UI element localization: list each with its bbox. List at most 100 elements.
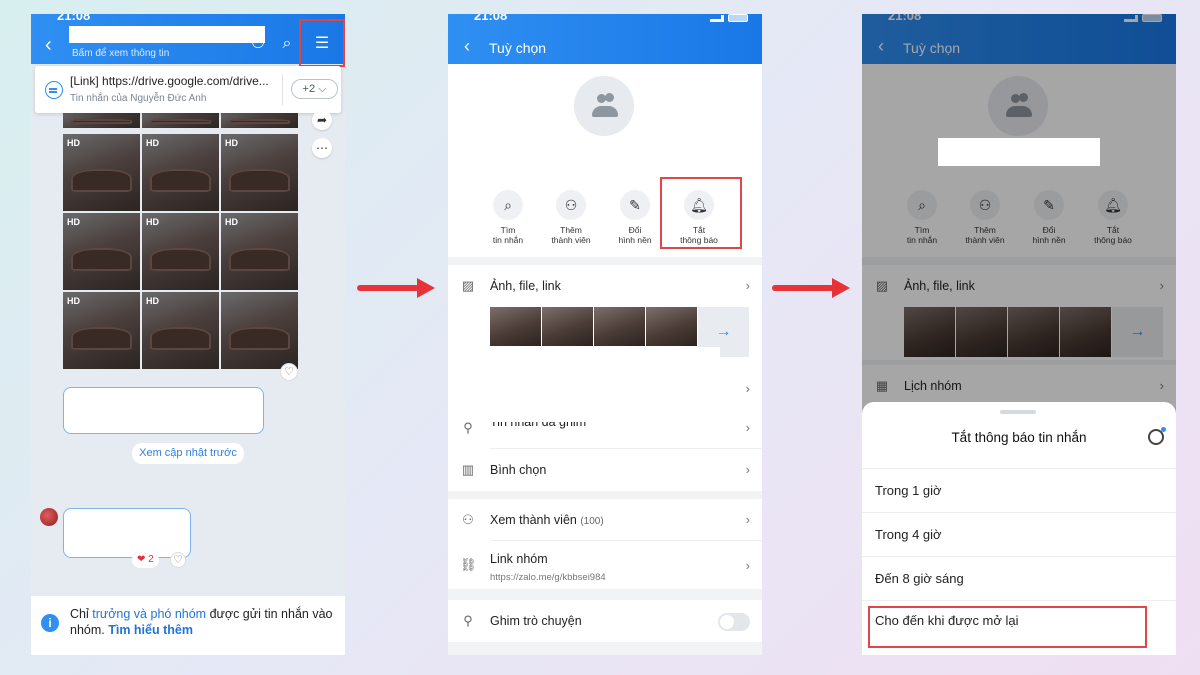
back-icon[interactable]: ‹ [45,34,52,57]
pinned-message[interactable]: [Link] https://drive.google.com/drive...… [35,66,341,113]
pin-chat-toggle[interactable] [718,613,750,631]
pinned-count-button[interactable]: +2 ⌵ [291,79,338,99]
hd-badge: HD [67,217,80,227]
add-member-icon[interactable]: ⚇ [248,34,268,54]
arrow-icon [357,278,435,298]
photo[interactable]: HD [221,134,298,211]
share-icon[interactable]: ➦ [312,110,332,130]
photo[interactable] [221,112,298,128]
photo[interactable] [142,112,219,128]
more-icon[interactable]: ⋯ [312,138,332,158]
chevron-right-icon: › [745,558,750,573]
row-poll[interactable]: ▥ Bình chọn › [448,449,762,491]
media-section: ▨ Ảnh, file, link › → › [448,265,762,407]
photo[interactable]: HD [63,134,140,211]
row-pin-chat[interactable]: ⚲ Ghim trò chuyện [448,600,762,642]
hd-badge: HD [225,138,238,148]
pinned-title: [Link] https://drive.google.com/drive... [70,74,269,88]
status-time: 21:08 [57,14,91,23]
info-prefix: Chỉ [70,607,93,621]
menu-highlight [299,19,345,67]
status-bar: 21:08 [448,14,762,30]
page-title: Tuỳ chọn [489,40,547,56]
earlier-updates-button[interactable]: Xem cập nhật trước [132,443,244,464]
media-thumb[interactable] [490,307,541,346]
chevron-right-icon: › [745,420,750,435]
redaction-block [448,347,720,407]
media-thumb[interactable] [542,307,593,346]
group-name-redacted[interactable] [69,26,265,43]
hd-badge: HD [67,138,80,148]
row-label: Link nhóm [490,552,548,566]
header-subtitle[interactable]: Bấm để xem thông tin [72,48,169,59]
arrow-icon [772,278,850,298]
quick-action-add-member[interactable]: ⚇ Thêm thành viên [536,190,606,245]
options-screen: 21:08 ‹ Tuỳ chọn ⌕ Tìm tin nhắn ⚇ Thêm thà… [448,14,762,655]
quick-action-label: Thêm thành viên [551,225,591,245]
link-icon: ⛓ [460,557,477,572]
add-member-icon: ⚇ [556,190,586,220]
group-avatar-icon[interactable] [574,76,634,136]
photo[interactable] [63,112,140,128]
pinned-subtitle: Tin nhắn của Nguyễn Đức Anh [70,93,207,104]
brush-icon: ✎ [620,190,650,220]
chevron-right-icon: › [745,278,750,293]
info-roles: trưởng và phó nhóm [92,607,207,621]
learn-more-link[interactable]: Tìm hiểu thêm [108,623,193,637]
photo[interactable]: HD [221,213,298,290]
divider [282,74,283,105]
photo[interactable]: HD [142,213,219,290]
photo[interactable]: HD [63,213,140,290]
row-label: Ảnh, file, link [490,279,561,293]
reaction-badge[interactable]: ❤ 2 [132,552,159,568]
photo[interactable]: HD [63,292,140,369]
photo[interactable] [221,292,298,369]
sheet-title: Tắt thông báo tin nhắn [951,430,1087,445]
heart-icon[interactable]: ♡ [170,552,186,568]
media-thumb[interactable] [646,307,697,346]
heart-icon[interactable]: ♡ [280,363,298,381]
image-icon: ▨ [461,278,475,293]
poll-icon: ▥ [461,462,475,477]
quick-action-label: Tìm tin nhắn [492,225,524,245]
group-link-url: https://zalo.me/g/kbbsei984 [490,572,606,583]
group-profile-card: ⌕ Tìm tin nhắn ⚇ Thêm thành viên ✎ Đổi hình… [448,64,762,257]
status-time: 21:08 [474,14,508,23]
drag-handle[interactable] [1000,410,1036,414]
media-thumb[interactable] [594,307,645,346]
row-members[interactable]: ⚇ Xem thành viên (100) › [448,499,762,541]
option-until-8am[interactable]: Đến 8 giờ sáng [862,556,1176,600]
pin-icon: ⚲ [463,420,473,435]
photo[interactable]: HD [142,292,219,369]
members-count: (100) [580,516,604,527]
option-label: Đến 8 giờ sáng [875,571,964,586]
option-4-hours[interactable]: Trong 4 giờ [862,512,1176,556]
option-1-hour[interactable]: Trong 1 giờ [862,468,1176,512]
row-label: Tin nhắn đã ghim [490,415,587,429]
hd-badge: HD [146,138,159,148]
search-icon: ⌕ [493,190,523,220]
option-label: Trong 4 giờ [875,527,942,542]
row-group-link[interactable]: ⛓ Link nhóm https://zalo.me/g/kbbsei984 … [448,541,762,589]
chevron-right-icon: › [745,462,750,477]
chat-header: 21:08 ‹ Bấm để xem thông tin ⚇ ⌕ ☰ [31,14,345,64]
message-bubble[interactable] [63,387,264,434]
signal-icon [710,14,748,22]
members-icon: ⚇ [462,512,474,527]
message-bubble[interactable] [63,508,191,558]
chevron-right-icon: › [745,512,750,527]
info-banner: i Chỉ trưởng và phó nhóm được gửi tin nh… [31,596,345,655]
avatar[interactable] [40,508,58,526]
quick-action-search[interactable]: ⌕ Tìm tin nhắn [473,190,543,245]
row-pinned-messages[interactable]: ⚲ Tin nhắn đã ghim › [448,407,762,449]
row-label: Xem thành viên (100) [490,513,604,527]
back-icon[interactable]: ‹ [464,36,470,57]
hd-badge: HD [146,296,159,306]
members-label: Xem thành viên [490,513,577,527]
option-highlight [868,606,1147,648]
info-text: Chỉ trưởng và phó nhóm được gửi tin nhắn… [70,606,340,638]
search-icon[interactable]: ⌕ [277,34,297,54]
photo[interactable]: HD [142,134,219,211]
row-media[interactable]: ▨ Ảnh, file, link › [448,265,762,307]
pin-icon: ⚲ [463,613,473,628]
